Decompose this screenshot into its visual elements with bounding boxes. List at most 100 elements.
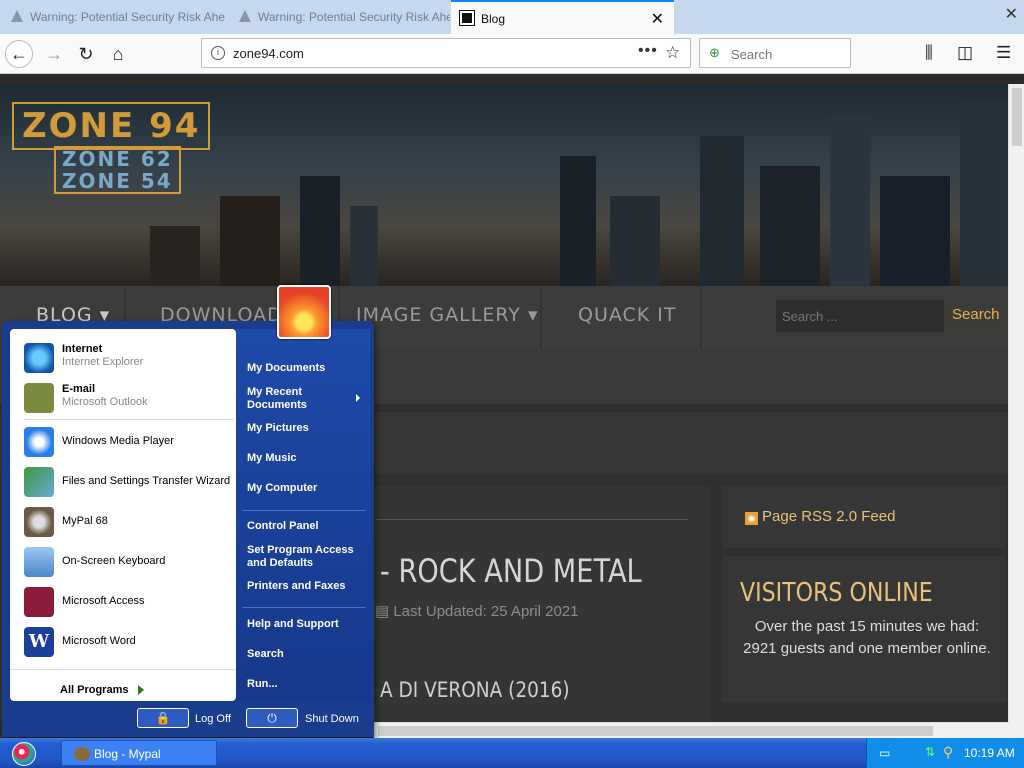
keyboard-icon: [24, 547, 54, 577]
menu-image-gallery-label: IMAGE GALLERY: [356, 304, 521, 326]
site-search-button[interactable]: Search: [944, 300, 1004, 332]
start-printers-faxes[interactable]: Printers and Faxes: [247, 580, 345, 593]
start-item-internet[interactable]: Internet Internet Explorer: [18, 339, 236, 375]
start-menu-places: [236, 329, 370, 701]
search-tray-icon[interactable]: ⚲: [943, 744, 953, 761]
log-off-label[interactable]: Log Off: [195, 713, 231, 725]
site-logo-sub: ZONE 62 ZONE 54: [54, 146, 181, 194]
item-name: Files and Settings Transfer Wizard: [62, 475, 231, 487]
site-search-input[interactable]: Search ...: [776, 300, 944, 332]
forward-button[interactable]: →: [40, 40, 68, 68]
shut-down-label[interactable]: Shut Down: [305, 713, 359, 725]
article-title[interactable]: - ROCK AND METAL: [380, 552, 642, 590]
log-off-button[interactable]: 🔒: [137, 708, 189, 728]
start-item-word[interactable]: W Microsoft Word: [18, 623, 236, 659]
rss-link[interactable]: ◉ Page RSS 2.0 Feed: [745, 508, 895, 525]
start-item-access[interactable]: Microsoft Access: [18, 583, 236, 619]
back-button[interactable]: ←: [5, 40, 33, 68]
reload-button[interactable]: ↻: [72, 40, 100, 68]
taskbar-item-mypal[interactable]: Blog - Mypal: [61, 740, 217, 766]
page-actions-icon[interactable]: •••: [638, 42, 658, 60]
start-item-email[interactable]: E-mail Microsoft Outlook: [18, 379, 236, 415]
rss-label: Page RSS 2.0 Feed: [762, 508, 896, 525]
home-button[interactable]: ⌂: [104, 40, 132, 68]
url-bar[interactable]: i zone94.com ••• ☆: [201, 38, 691, 68]
article-subtitle[interactable]: A DI VERONA (2016): [380, 678, 570, 702]
all-programs-button[interactable]: All Programs: [60, 684, 145, 696]
window-close-icon[interactable]: ✕: [1005, 4, 1018, 24]
user-picture[interactable]: [277, 285, 331, 339]
visitors-title: VISITORS ONLINE: [740, 578, 933, 608]
start-control-panel[interactable]: Control Panel: [247, 520, 319, 533]
mypal-icon: [74, 747, 90, 761]
start-item-media-player[interactable]: Windows Media Player: [18, 423, 236, 459]
item-sub: Microsoft Outlook: [62, 396, 148, 408]
start-program-access[interactable]: Set Program Access and Defaults: [247, 544, 359, 570]
item-name: MyPal 68: [62, 515, 108, 527]
library-icon[interactable]: ⫼: [925, 43, 933, 63]
sidebar-icon[interactable]: ◫: [957, 43, 973, 63]
shut-down-button[interactable]: ⏻: [246, 708, 298, 728]
internet-explorer-icon: [24, 343, 54, 373]
arrow-right-icon: [138, 685, 145, 696]
clock[interactable]: 10:19 AM: [964, 746, 1015, 760]
h-scroll-thumb[interactable]: [378, 726, 933, 736]
tab-label: Blog: [481, 12, 506, 26]
logo-sub-2: ZONE 54: [62, 169, 173, 193]
search-input[interactable]: ⊕ Search: [699, 38, 851, 68]
start-my-music[interactable]: My Music: [247, 452, 297, 465]
navigation-bar: ← → ↻ ⌂ i zone94.com ••• ☆ ⊕ Search ⫼ ◫ …: [0, 34, 1024, 74]
start-run[interactable]: Run...: [247, 678, 278, 691]
network-icon[interactable]: ⇅: [925, 745, 935, 759]
system-tray: ▭ ⇅ ⚲ 10:19 AM: [866, 738, 1024, 768]
site-logo[interactable]: ZONE 94: [12, 102, 211, 150]
start-my-documents[interactable]: My Documents: [247, 362, 325, 375]
vertical-scrollbar[interactable]: [1008, 84, 1024, 722]
bookmark-star-icon[interactable]: ☆: [665, 43, 680, 63]
start-item-transfer-wizard[interactable]: Files and Settings Transfer Wizard: [18, 463, 236, 499]
close-tab-icon[interactable]: ✕: [651, 9, 664, 29]
item-name: Microsoft Access: [62, 595, 145, 607]
power-icon: ⏻: [267, 711, 277, 725]
search-icon: ⊕: [709, 45, 720, 60]
warning-icon: [11, 10, 23, 22]
article-updated: ▤ Last Updated: 25 April 2021: [375, 603, 579, 620]
tab-warning-1[interactable]: Warning: Potential Security Risk Ahead: [0, 0, 225, 34]
start-help-support[interactable]: Help and Support: [247, 618, 339, 631]
taskbar-item-label: Blog - Mypal: [94, 747, 161, 761]
search-placeholder: Search: [731, 47, 773, 62]
item-sub: Internet Explorer: [62, 356, 144, 368]
site-banner: ZONE 94 ZONE 62 ZONE 54: [0, 84, 1008, 286]
scroll-thumb[interactable]: [1012, 88, 1022, 146]
menu-quack-it-label: QUACK IT: [578, 304, 677, 326]
keyboard-tray-icon[interactable]: ▭: [879, 746, 890, 760]
menu-quack-it[interactable]: QUACK IT: [578, 304, 677, 326]
start-item-mypal[interactable]: MyPal 68: [18, 503, 236, 539]
transfer-wizard-icon: [24, 467, 54, 497]
horizontal-scrollbar[interactable]: [374, 722, 1008, 738]
start-search[interactable]: Search: [247, 648, 284, 661]
tab-warning-2[interactable]: Warning: Potential Security Risk Ahead: [228, 0, 450, 34]
start-my-computer[interactable]: My Computer: [247, 482, 317, 495]
warning-icon: [239, 10, 251, 22]
item-name: On-Screen Keyboard: [62, 555, 166, 567]
menu-image-gallery[interactable]: IMAGE GALLERY ▾: [356, 304, 539, 326]
tab-blog[interactable]: Blog ✕: [451, 0, 674, 34]
menu-icon[interactable]: ☰: [996, 43, 1011, 63]
start-my-pictures[interactable]: My Pictures: [247, 422, 309, 435]
item-name: E-mail: [62, 383, 96, 395]
start-menu-programs: Internet Internet Explorer E-mail Micros…: [10, 329, 236, 701]
start-button[interactable]: [12, 742, 36, 766]
word-icon: W: [24, 627, 54, 657]
start-item-keyboard[interactable]: On-Screen Keyboard: [18, 543, 236, 579]
start-my-recent-documents[interactable]: My Recent Documents: [247, 386, 347, 412]
url-text[interactable]: zone94.com: [233, 46, 304, 61]
access-icon: [24, 587, 54, 617]
updated-text: Last Updated: 25 April 2021: [393, 603, 579, 620]
media-player-icon: [24, 427, 54, 457]
outlook-icon: [24, 383, 54, 413]
tab-label: Warning: Potential Security Risk Ahead: [30, 10, 225, 24]
site-info-icon[interactable]: i: [211, 46, 225, 60]
submenu-arrow-icon: [356, 394, 360, 402]
visitors-text: Over the past 15 minutes we had: 2921 gu…: [743, 618, 991, 657]
